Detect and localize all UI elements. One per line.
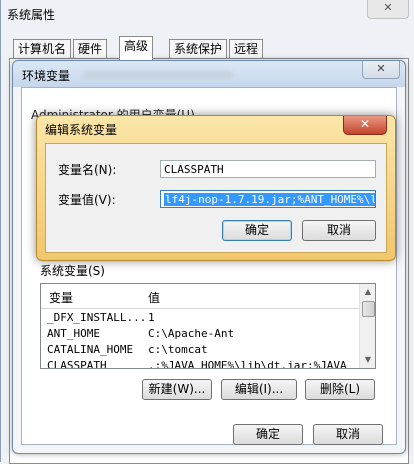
env-close-button[interactable]: ✕ <box>362 61 400 79</box>
row-variable-value: 1 <box>148 311 155 324</box>
list-scrollbar[interactable]: ▲ ▼ <box>359 284 375 368</box>
system-variables-list[interactable]: 变量 值 _DFX_INSTALL... 1 ANT_HOME C:\Apach… <box>40 283 376 369</box>
edit-system-variable-dialog: 编辑系统变量 ✕ 变量名(N): CLASSPATH 变量值(V): lf4j-… <box>36 115 396 261</box>
row-variable-name: CATALINA_HOME <box>47 343 134 356</box>
row-variable-name: ANT_HOME <box>47 327 100 340</box>
table-row[interactable]: _DFX_INSTALL... 1 <box>41 310 359 326</box>
env-titlebar: 环境变量 ✕ <box>13 61 405 87</box>
edit-dialog-body: 变量名(N): CLASSPATH 变量值(V): lf4j-nop-1.7.1… <box>45 143 387 253</box>
scroll-thumb[interactable] <box>362 301 375 317</box>
table-row[interactable]: ANT_HOME C:\Apache-Ant <box>41 326 359 342</box>
variable-name-input[interactable]: CLASSPATH <box>160 160 376 178</box>
row-variable-value: c:\tomcat <box>148 343 208 356</box>
row-variable-value: .;%JAVA_HOME%\lib\dt.jar;%JAVA <box>148 359 347 369</box>
system-properties-title: 系统属性 <box>7 8 56 22</box>
variable-name-label: 变量名(N): <box>58 163 117 177</box>
scroll-down-arrow-icon[interactable]: ▼ <box>360 352 375 368</box>
edit-variable-button[interactable]: 编辑(I)... <box>221 379 297 400</box>
tab-computer-name[interactable]: 计算机名 <box>13 39 72 59</box>
list-header: 变量 值 <box>41 284 359 309</box>
variable-value-input[interactable]: lf4j-nop-1.7.19.jar;%ANT_HOME%\lib; <box>160 190 376 208</box>
env-window-title: 环境变量 <box>22 69 71 83</box>
variable-value-label: 变量值(V): <box>58 193 116 207</box>
tab-remote[interactable]: 远程 <box>229 39 264 59</box>
table-row[interactable]: CATALINA_HOME c:\tomcat <box>41 342 359 358</box>
new-variable-button[interactable]: 新建(W)... <box>142 379 212 400</box>
system-variables-label: 系统变量(S) <box>40 264 105 278</box>
tab-system-protection[interactable]: 系统保护 <box>169 39 228 59</box>
edit-cancel-button[interactable]: 取消 <box>302 220 376 241</box>
column-header-value[interactable]: 值 <box>148 289 160 306</box>
row-variable-value: C:\Apache-Ant <box>148 327 235 340</box>
row-variable-name: _DFX_INSTALL... <box>47 311 147 324</box>
cancel-button[interactable]: 取消 <box>313 424 383 445</box>
row-variable-name: CLASSPATH <box>47 359 107 369</box>
table-row[interactable]: CLASSPATH .;%JAVA_HOME%\lib\dt.jar;%JAVA <box>41 358 359 369</box>
system-properties-close-button[interactable]: ✕ <box>367 0 409 19</box>
column-header-variable[interactable]: 变量 <box>49 289 73 306</box>
edit-ok-button[interactable]: 确定 <box>222 220 292 241</box>
ok-button[interactable]: 确定 <box>233 424 303 445</box>
scroll-up-arrow-icon[interactable]: ▲ <box>360 284 375 300</box>
tab-hardware[interactable]: 硬件 <box>73 39 108 59</box>
edit-dialog-close-button[interactable]: ✕ <box>343 116 387 135</box>
tab-advanced[interactable]: 高级 <box>119 36 154 60</box>
delete-variable-button[interactable]: 删除(L) <box>305 379 375 400</box>
edit-dialog-title: 编辑系统变量 <box>45 123 118 137</box>
variable-value-selected-text: lf4j-nop-1.7.19.jar;%ANT_HOME%\lib; <box>164 193 375 206</box>
blurred-region <box>83 71 233 79</box>
